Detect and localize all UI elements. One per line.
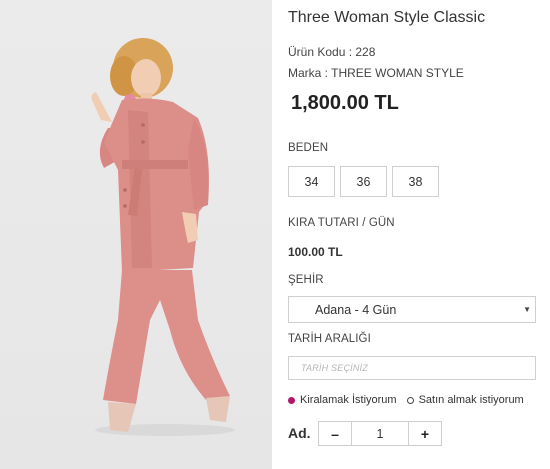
model-photo-illustration <box>91 38 235 436</box>
purchase-mode-options: Kiralamak İstiyorum Satın almak istiyoru… <box>288 394 524 406</box>
product-brand: Marka : THREE WOMAN STYLE <box>288 66 464 80</box>
product-title: Three Woman Style Classic <box>288 9 486 26</box>
radio-unselected-icon <box>406 396 414 404</box>
radio-buy[interactable]: Satın almak istiyorum <box>406 394 524 406</box>
quantity-stepper: – 1 + <box>318 421 442 446</box>
increment-button[interactable]: + <box>408 421 442 446</box>
rent-price-value: 100.00 TL <box>288 245 343 259</box>
city-select-value: Adana - 4 Gün <box>315 302 397 317</box>
size-options: 34 36 38 <box>288 166 439 197</box>
product-image <box>0 0 272 469</box>
size-option-38[interactable]: 38 <box>392 166 439 197</box>
city-select[interactable]: Adana - 4 Gün ▼ <box>288 296 536 323</box>
quantity-value[interactable]: 1 <box>352 421 408 446</box>
radio-rent[interactable]: Kiralamak İstiyorum <box>288 394 397 406</box>
date-range-placeholder: TARİH SEÇİNİZ <box>301 363 368 373</box>
product-details: Three Woman Style Classic Ürün Kodu : 22… <box>288 0 540 469</box>
product-code: Ürün Kodu : 228 <box>288 45 376 59</box>
decrement-button[interactable]: – <box>318 421 352 446</box>
quantity-label: Ad. <box>288 425 311 441</box>
radio-rent-label: Kiralamak İstiyorum <box>300 394 397 406</box>
city-label: ŞEHİR <box>288 274 324 286</box>
size-label: BEDEN <box>288 142 329 154</box>
size-option-34[interactable]: 34 <box>288 166 335 197</box>
radio-buy-label: Satın almak istiyorum <box>418 394 524 406</box>
rent-price-label: KIRA TUTARI / GÜN <box>288 217 395 229</box>
caret-down-icon: ▼ <box>523 305 531 314</box>
product-price: 1,800.00 TL <box>291 92 399 114</box>
date-range-label: TARİH ARALIĞI <box>288 333 371 345</box>
date-range-input[interactable]: TARİH SEÇİNİZ <box>288 356 536 380</box>
radio-selected-icon <box>288 396 295 404</box>
size-option-36[interactable]: 36 <box>340 166 387 197</box>
